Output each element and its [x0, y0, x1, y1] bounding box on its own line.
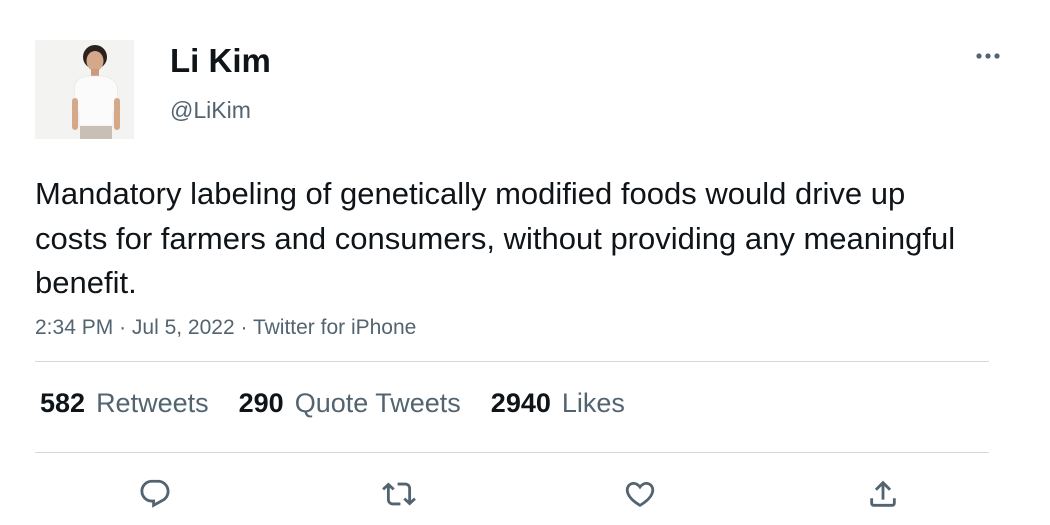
- divider: [35, 361, 989, 362]
- more-options-button[interactable]: [966, 42, 1010, 70]
- avatar[interactable]: [35, 40, 134, 139]
- tweet-card: Li Kim @LiKim Mandatory labeling of gene…: [0, 0, 1050, 525]
- more-icon: [976, 53, 1000, 59]
- likes-label: Likes: [561, 388, 625, 418]
- likes-stat[interactable]: 2940 Likes: [491, 388, 625, 419]
- like-button[interactable]: [618, 472, 662, 516]
- tweet-source[interactable]: Twitter for iPhone: [253, 316, 416, 339]
- quote-tweets-stat[interactable]: 290 Quote Tweets: [239, 388, 461, 419]
- quote-tweets-count: 290: [238, 388, 284, 418]
- tweet-text: Mandatory labeling of genetically modifi…: [35, 176, 956, 300]
- meta-separator: ·: [240, 316, 253, 339]
- retweet-icon: [382, 482, 416, 506]
- heart-icon: [625, 481, 655, 507]
- reply-button[interactable]: [133, 472, 177, 516]
- meta-separator: ·: [119, 316, 132, 339]
- retweets-count: 582: [40, 388, 86, 418]
- likes-count: 2940: [490, 388, 551, 418]
- author-handle[interactable]: @LiKim: [170, 97, 251, 124]
- tweet-stats: 582 Retweets 290 Quote Tweets 2940 Likes: [40, 388, 655, 419]
- quote-tweets-label: Quote Tweets: [294, 388, 461, 418]
- author-name[interactable]: Li Kim: [170, 42, 271, 80]
- retweet-button[interactable]: [377, 472, 421, 516]
- tweet-meta: 2:34 PM · Jul 5, 2022 · Twitter for iPho…: [35, 316, 416, 340]
- share-icon: [870, 480, 896, 507]
- action-bar: [0, 472, 1050, 516]
- retweets-stat[interactable]: 582 Retweets: [40, 388, 209, 419]
- tweet-date[interactable]: Jul 5, 2022: [132, 316, 235, 339]
- share-button[interactable]: [861, 472, 905, 516]
- tweet-time[interactable]: 2:34 PM: [35, 316, 113, 339]
- reply-icon: [140, 479, 170, 508]
- divider: [35, 452, 989, 453]
- avatar-image: [35, 40, 134, 139]
- retweets-label: Retweets: [96, 388, 209, 418]
